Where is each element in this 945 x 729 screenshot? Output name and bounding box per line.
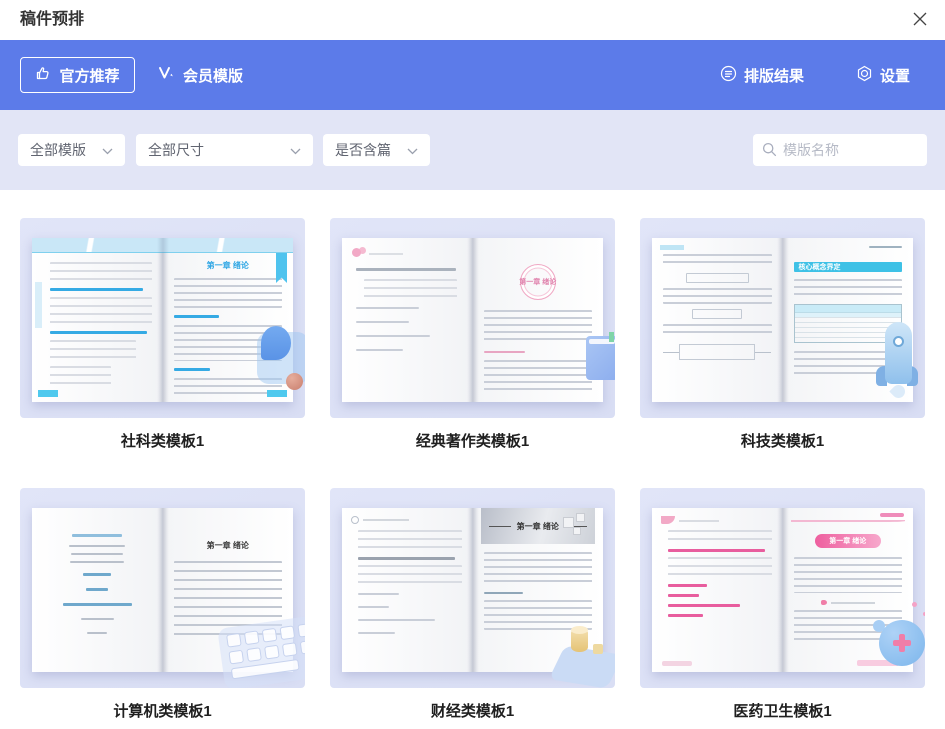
template-card-finance[interactable]: 第一章 绪论 财经类模板1 bbox=[330, 488, 615, 722]
template-preview-classic-works: 第一章 绪论 bbox=[330, 218, 615, 418]
settings-label: 设置 bbox=[880, 65, 910, 86]
template-preview-technology: 核心概念界定 bbox=[640, 218, 925, 418]
chapter-pill: 第一章 绪论 bbox=[815, 534, 881, 548]
dropdown-has-piece-value: 是否含篇 bbox=[335, 140, 391, 160]
tab-member-label: 会员模版 bbox=[183, 65, 243, 86]
preview-chapter-title: 第一章 绪论 bbox=[519, 277, 556, 287]
preview-chapter-title: 第一章 绪论 bbox=[829, 538, 866, 545]
chapter-seal: 第一章 绪论 bbox=[520, 264, 556, 300]
tab-official-label: 官方推荐 bbox=[59, 65, 119, 86]
gear-icon bbox=[856, 65, 873, 86]
rocket-decoration bbox=[873, 318, 925, 404]
thumbs-up-icon bbox=[35, 65, 51, 85]
layout-result-icon bbox=[720, 65, 737, 86]
template-name: 社科类模板1 bbox=[20, 430, 305, 452]
preview-chapter-title: 第一章 绪论 bbox=[517, 521, 559, 532]
tab-member-template[interactable]: 会员模版 bbox=[158, 57, 243, 93]
medical-decoration bbox=[871, 600, 925, 666]
nav-bar: 官方推荐 会员模版 排版结果 bbox=[0, 40, 945, 110]
dropdown-template-type[interactable]: 全部模版 bbox=[18, 134, 125, 166]
dropdown-size-value: 全部尺寸 bbox=[148, 140, 204, 160]
medical-cross-icon bbox=[893, 634, 911, 652]
filter-bar: 全部模版 全部尺寸 是否含篇 bbox=[0, 110, 945, 190]
template-card-classic-works[interactable]: 第一章 绪论 经典著作类模板1 bbox=[330, 218, 615, 452]
dropdown-template-type-value: 全部模版 bbox=[30, 140, 86, 160]
template-name: 医药卫生模板1 bbox=[640, 700, 925, 722]
dropdown-has-piece[interactable]: 是否含篇 bbox=[323, 134, 430, 166]
preview-banner-title: 核心概念界定 bbox=[799, 264, 841, 271]
template-preview-social-science: 第一章 绪论 bbox=[20, 218, 305, 418]
template-name: 科技类模板1 bbox=[640, 430, 925, 452]
template-name: 经典著作类模板1 bbox=[330, 430, 615, 452]
template-grid: 第一章 绪论 社科类模板1 bbox=[0, 190, 945, 722]
dialog-title: 稿件预排 bbox=[20, 0, 84, 40]
tab-official-recommend[interactable]: 官方推荐 bbox=[20, 57, 135, 93]
template-preview-medical: 第一章 绪论 bbox=[640, 488, 925, 688]
template-preview-computer: 第一章 绪论 bbox=[20, 488, 305, 688]
nav-actions: 排版结果 设置 bbox=[720, 40, 910, 110]
vip-icon bbox=[158, 66, 175, 84]
close-icon[interactable] bbox=[907, 6, 933, 32]
template-card-medical[interactable]: 第一章 绪论 医药卫生模板1 bbox=[640, 488, 925, 722]
section-banner: 核心概念界定 bbox=[794, 262, 903, 272]
book-spread: 第一章 绪论 bbox=[342, 238, 603, 402]
chevron-down-icon bbox=[407, 142, 418, 158]
chapter-banner: 第一章 绪论 bbox=[481, 508, 596, 544]
finance-decoration bbox=[549, 626, 615, 688]
template-preview-finance: 第一章 绪论 bbox=[330, 488, 615, 688]
template-card-social-science[interactable]: 第一章 绪论 社科类模板1 bbox=[20, 218, 305, 452]
layout-result-label: 排版结果 bbox=[744, 65, 804, 86]
template-name: 财经类模板1 bbox=[330, 700, 615, 722]
chevron-down-icon bbox=[290, 142, 301, 158]
layout-result-button[interactable]: 排版结果 bbox=[720, 65, 804, 86]
template-card-technology[interactable]: 核心概念界定 bbox=[640, 218, 925, 452]
preview-chapter-title: 第一章 绪论 bbox=[174, 260, 283, 271]
chevron-down-icon bbox=[102, 142, 113, 158]
search-input[interactable] bbox=[753, 134, 927, 166]
dialog-titlebar: 稿件预排 bbox=[0, 0, 945, 40]
template-search bbox=[753, 134, 927, 166]
template-name: 计算机类模板1 bbox=[20, 700, 305, 722]
social-science-decoration bbox=[251, 326, 305, 392]
keyboard-decoration bbox=[217, 616, 305, 688]
book-decoration bbox=[586, 336, 615, 380]
settings-button[interactable]: 设置 bbox=[856, 65, 910, 86]
dropdown-size[interactable]: 全部尺寸 bbox=[136, 134, 313, 166]
template-card-computer[interactable]: 第一章 绪论 计算机类模板1 bbox=[20, 488, 305, 722]
preview-chapter-title: 第一章 绪论 bbox=[174, 540, 283, 551]
